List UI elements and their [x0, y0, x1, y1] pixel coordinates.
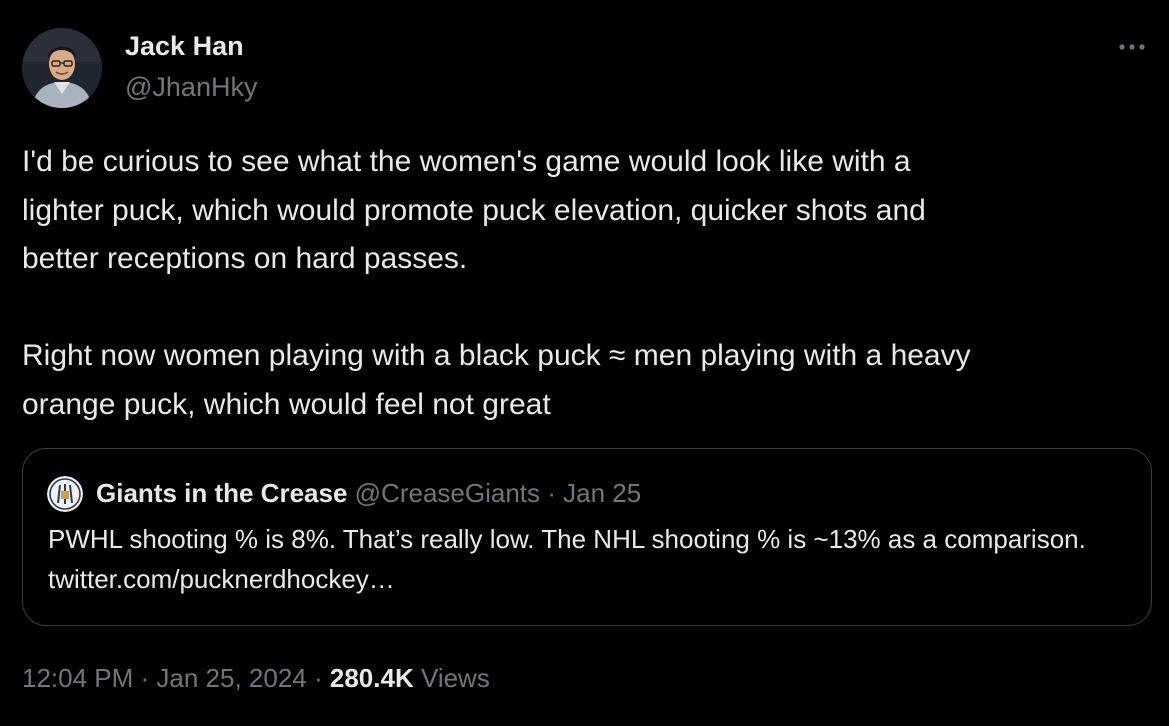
more-horizontal-icon [1119, 44, 1145, 50]
tweet-text: I'd be curious to see what the women's g… [22, 145, 971, 421]
views-label: Views [413, 663, 490, 693]
tweet-date[interactable]: Jan 25, 2024 [156, 663, 306, 693]
quote-author-handle[interactable]: @CreaseGiants [355, 478, 540, 508]
author-avatar[interactable] [22, 28, 102, 108]
author-handle[interactable]: @JhanHky [125, 72, 257, 103]
quote-author-avatar[interactable] [47, 476, 83, 512]
quoted-tweet[interactable]: Giants in the Crease @CreaseGiants · Jan… [22, 448, 1152, 626]
footer-separator-2: · [306, 663, 330, 693]
tweet-time[interactable]: 12:04 PM [22, 663, 133, 693]
user-avatar-photo [22, 28, 102, 108]
more-options-button[interactable] [1112, 34, 1152, 60]
author-display-name[interactable]: Jack Han [125, 31, 244, 62]
quote-date[interactable]: Jan 25 [563, 478, 641, 508]
quote-header: Giants in the Crease @CreaseGiants · Jan… [96, 478, 641, 509]
views-count: 280.4K [329, 663, 414, 693]
quote-text: PWHL shooting % is 8%. That’s really low… [48, 524, 1086, 594]
giants-in-the-crease-logo [47, 476, 83, 512]
quote-author-display-name[interactable]: Giants in the Crease [96, 478, 347, 508]
footer-separator: · [133, 663, 157, 693]
tweet: Jack Han @JhanHky I'd be curious to see … [0, 0, 1169, 726]
tweet-footer: 12:04 PM · Jan 25, 2024 · 280.4K Views [22, 663, 490, 694]
quote-separator: · [540, 478, 564, 508]
